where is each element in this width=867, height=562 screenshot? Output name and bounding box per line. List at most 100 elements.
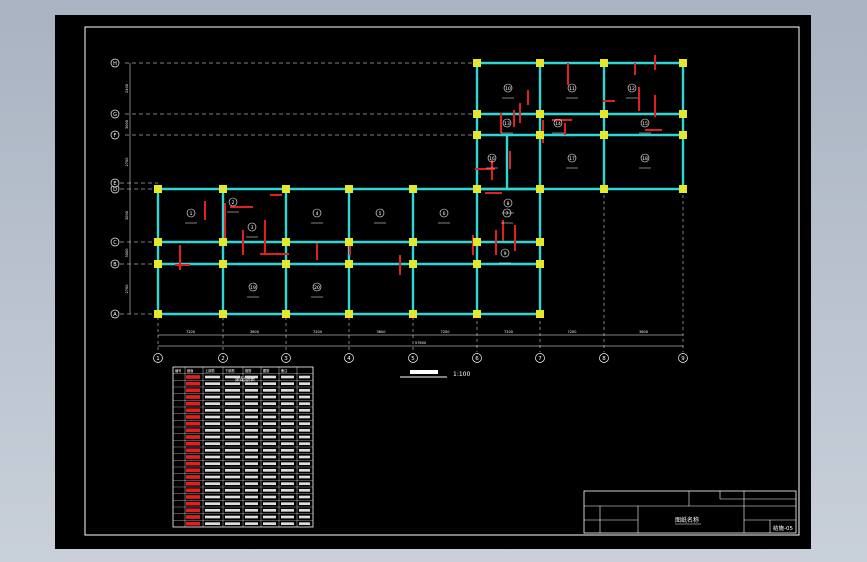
- room-number: 9: [504, 251, 507, 257]
- column: [473, 131, 481, 139]
- table-cell-text: [225, 429, 240, 432]
- axis-label: 8: [602, 356, 606, 362]
- room-marker: 18: [639, 153, 651, 169]
- column: [536, 238, 544, 246]
- table-cell-text: [245, 489, 258, 492]
- dim-text: 7200: [504, 330, 513, 334]
- table-cell-text: [245, 515, 258, 519]
- room-number: 18: [642, 156, 648, 162]
- column: [600, 185, 608, 193]
- table-cell-mark: [186, 415, 200, 419]
- table-cell-text: [225, 395, 240, 399]
- room-number: 3: [251, 225, 254, 231]
- column: [600, 59, 608, 67]
- table-cell-text: [245, 462, 258, 465]
- table-cell-text: [263, 429, 276, 432]
- room-marker: 3: [246, 222, 258, 238]
- table-cell-text: [281, 475, 294, 479]
- table-cell-text: [205, 375, 220, 379]
- axis-bubble-3: 3: [281, 353, 291, 363]
- table-cell-text: [263, 435, 276, 439]
- table-cell-text: [225, 509, 240, 512]
- table-cell-text: [205, 409, 220, 412]
- table-cell-text: [281, 409, 294, 412]
- axis-bubble-8: 8: [599, 353, 609, 363]
- table-cell-text: [299, 489, 310, 492]
- column: [473, 238, 481, 246]
- column: [536, 131, 544, 139]
- column: [282, 260, 290, 268]
- axis-label: 6: [475, 356, 479, 362]
- table-cell-text: [225, 375, 240, 379]
- axis-label: 3: [284, 356, 288, 362]
- table-cell-text: [205, 455, 220, 459]
- room-number: 20: [314, 285, 320, 291]
- table-cell-text: [205, 469, 220, 472]
- table-cell-text: [225, 382, 240, 385]
- room-number: 7: [506, 211, 509, 217]
- table-cell-text: [245, 382, 258, 385]
- structural-plan-drawing: 1234 5 6 78910 11 1213 14 1516 17 1819 20 12345678…: [84, 26, 800, 536]
- table-cell-text: [263, 409, 276, 412]
- column: [536, 110, 544, 118]
- column: [473, 59, 481, 67]
- axis-bubble-5: 5: [408, 353, 418, 363]
- table-cell-text: [299, 402, 310, 405]
- column: [345, 185, 353, 193]
- room-marker: 12: [626, 83, 638, 99]
- table-cell-text: [245, 375, 258, 379]
- dim-text: 7200: [186, 330, 195, 334]
- table-cell-text: [299, 382, 310, 385]
- table-cell-text: [245, 522, 258, 525]
- table-cell-mark: [186, 508, 200, 513]
- table-cell-text: [299, 495, 310, 499]
- axis-bubble-2: 2: [218, 353, 228, 363]
- table-cell-mark: [186, 488, 200, 493]
- room-number: 10: [505, 86, 511, 92]
- table-cell-text: [225, 415, 240, 419]
- table-cell-text: [245, 469, 258, 472]
- table-cell-text: [245, 389, 258, 392]
- table-cell-mark: [186, 455, 200, 459]
- table-header: 上部筋: [205, 368, 215, 373]
- axis-label: F: [114, 133, 117, 139]
- table-cell-text: [205, 382, 220, 385]
- table-cell-text: [299, 389, 310, 392]
- room-marker: 1: [185, 208, 197, 224]
- dim-text: 3000: [125, 249, 129, 258]
- column: [536, 185, 544, 193]
- room-number: 11: [569, 86, 575, 92]
- table-cell-text: [299, 462, 310, 465]
- table-cell-text: [299, 409, 310, 412]
- drawing-title-text: 图纸名称: [675, 516, 699, 524]
- table-cell-text: [205, 482, 220, 485]
- table-cell-text: [245, 422, 258, 425]
- table-cell-text: [225, 482, 240, 485]
- table-cell-text: [281, 382, 294, 385]
- table-cell-text: [263, 522, 276, 525]
- column: [282, 310, 290, 318]
- room-marker: 10: [502, 83, 514, 99]
- table-header: 腰筋: [263, 368, 269, 373]
- room-number: 8: [507, 201, 510, 207]
- table-cell-text: [299, 482, 310, 485]
- sheet-code: 结施-05: [773, 524, 793, 532]
- table-header: 箍筋: [245, 368, 251, 373]
- title-block: 图纸名称 结施-05: [583, 490, 797, 534]
- axis-label: D: [113, 187, 117, 193]
- table-cell-text: [263, 449, 276, 452]
- table-cell-text: [205, 442, 220, 445]
- table-cell-text: [281, 509, 294, 512]
- table-cell-text: [245, 475, 258, 479]
- table-cell-text: [245, 495, 258, 499]
- table-cell-text: [205, 495, 220, 499]
- table-cell-mark: [186, 428, 200, 433]
- axis-bubble-A: A: [110, 309, 120, 319]
- column: [219, 260, 227, 268]
- table-cell-text: [263, 382, 276, 385]
- table-cell-text: [205, 509, 220, 512]
- dim-text: 7200: [313, 330, 322, 334]
- axis-label: A: [113, 312, 117, 318]
- axis-label: E: [113, 181, 116, 187]
- table-cell-text: [225, 495, 240, 499]
